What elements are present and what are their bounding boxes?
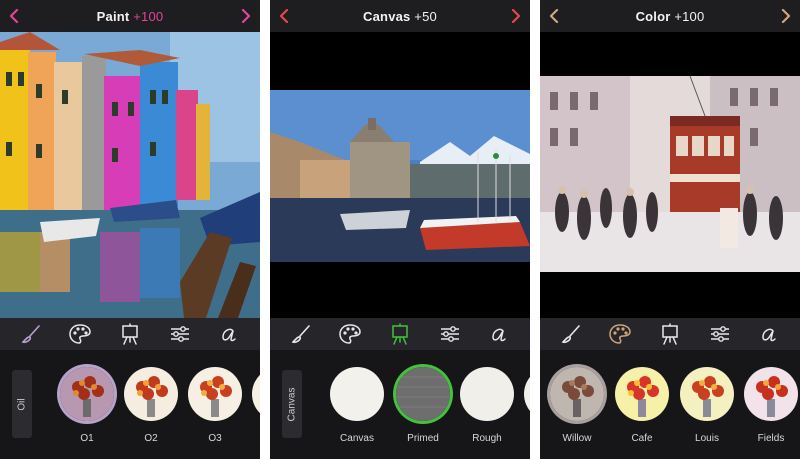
- option-thumb-partial[interactable]: [524, 367, 530, 421]
- color-screen: Color +100 Willow Cafe Louis Fields: [540, 0, 800, 459]
- painted-photo: [540, 32, 800, 318]
- option-thumb-cafe[interactable]: [615, 367, 669, 421]
- top-bar: Paint +100: [0, 0, 260, 32]
- chevron-right-icon[interactable]: [236, 5, 256, 27]
- option-label: Willow: [562, 433, 592, 444]
- side-tab[interactable]: Oil: [12, 370, 32, 438]
- title-name: Paint: [96, 8, 130, 24]
- option-thumb-o3[interactable]: [188, 367, 242, 421]
- paint-screen: Paint +100 Oil O1 O2 O3: [0, 0, 260, 459]
- option-label: Primed: [407, 433, 439, 444]
- tool-bar: [270, 318, 530, 350]
- option-thumb-o2[interactable]: [124, 367, 178, 421]
- sliders-icon[interactable]: [432, 319, 468, 349]
- painted-photo: [0, 32, 260, 318]
- option-label: Rough: [472, 433, 502, 444]
- chevron-left-icon[interactable]: [544, 5, 564, 27]
- screen-title: Color +100: [636, 9, 705, 24]
- title-name: Canvas: [363, 8, 411, 24]
- top-bar: Canvas +50: [270, 0, 530, 32]
- canvas-easel-icon[interactable]: [112, 319, 148, 349]
- option-thumb-o1[interactable]: [60, 367, 114, 421]
- option-label: O2: [144, 433, 158, 444]
- photo-canvas[interactable]: [270, 32, 530, 318]
- option-label: O1: [80, 433, 94, 444]
- option-thumb-canvas[interactable]: [330, 367, 384, 421]
- option-label: Canvas: [340, 433, 374, 444]
- option-label: Cafe: [631, 433, 653, 444]
- canvas-screen: Canvas +50 Canvas Canvas Primed Rough: [270, 0, 530, 459]
- screen-title: Canvas +50: [363, 9, 437, 24]
- tool-bar: [540, 318, 800, 350]
- palette-icon[interactable]: [62, 319, 98, 349]
- option-thumb-fields[interactable]: [744, 367, 798, 421]
- side-tab-label: Oil: [16, 397, 28, 411]
- chevron-left-icon[interactable]: [4, 5, 24, 27]
- side-tab-label: Canvas: [286, 387, 298, 421]
- options-panel: Canvas Canvas Primed Rough: [270, 350, 530, 459]
- canvas-easel-icon[interactable]: [382, 319, 418, 349]
- photo-canvas[interactable]: [0, 32, 260, 318]
- screen-title: Paint +100: [97, 9, 164, 24]
- tool-bar: [0, 318, 260, 350]
- title-amount: +50: [414, 8, 437, 24]
- script-a-icon[interactable]: [751, 319, 787, 349]
- option-label: Louis: [695, 433, 719, 444]
- script-a-icon[interactable]: [481, 319, 517, 349]
- title-amount: +100: [674, 8, 705, 24]
- script-a-icon[interactable]: [211, 319, 247, 349]
- brush-icon[interactable]: [283, 319, 319, 349]
- option-thumb-willow[interactable]: [550, 367, 604, 421]
- options-panel: Oil O1 O2 O3: [0, 350, 260, 459]
- top-bar: Color +100: [540, 0, 800, 32]
- title-name: Color: [635, 8, 671, 24]
- palette-icon[interactable]: [332, 319, 368, 349]
- option-thumb-partial[interactable]: [252, 367, 260, 421]
- options-panel: Willow Cafe Louis Fields: [540, 350, 800, 459]
- option-thumb-rough[interactable]: [460, 367, 514, 421]
- chevron-left-icon[interactable]: [274, 5, 294, 27]
- sliders-icon[interactable]: [702, 319, 738, 349]
- title-amount: +100: [133, 8, 164, 24]
- photo-canvas[interactable]: [540, 32, 800, 318]
- option-label: Fields: [757, 433, 785, 444]
- brush-icon[interactable]: [553, 319, 589, 349]
- palette-icon[interactable]: [602, 319, 638, 349]
- brush-icon[interactable]: [13, 319, 49, 349]
- option-label: O3: [208, 433, 222, 444]
- painted-photo: [270, 32, 530, 318]
- side-tab[interactable]: Canvas: [282, 370, 302, 438]
- canvas-easel-icon[interactable]: [652, 319, 688, 349]
- option-thumb-primed[interactable]: [396, 367, 450, 421]
- chevron-right-icon[interactable]: [776, 5, 796, 27]
- chevron-right-icon[interactable]: [506, 5, 526, 27]
- option-thumb-louis[interactable]: [680, 367, 734, 421]
- sliders-icon[interactable]: [162, 319, 198, 349]
